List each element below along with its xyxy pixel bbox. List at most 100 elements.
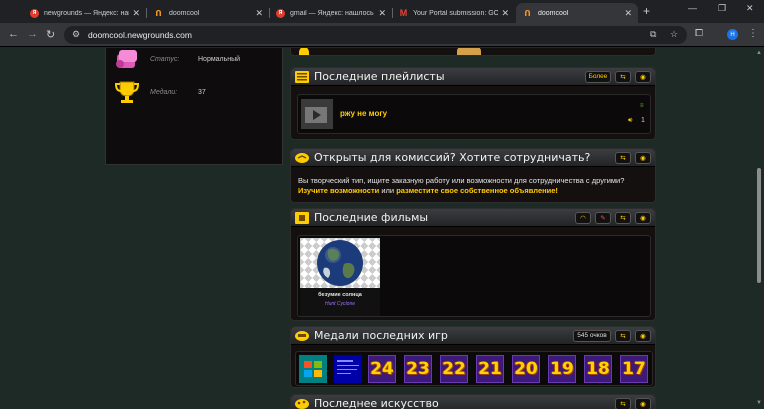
scroll-down-icon[interactable]: ▼: [756, 400, 762, 406]
view-eye-icon[interactable]: ◉: [635, 329, 651, 342]
movies-header: Последние фильмы ◠ ✎ ⇆ ◉: [291, 209, 655, 227]
pencil-icon[interactable]: ✎: [595, 211, 611, 224]
number-medal[interactable]: 20: [512, 355, 540, 383]
movie-author[interactable]: Hunt Cyclone: [300, 301, 380, 307]
explore-opportunities-link[interactable]: Изучите возможности: [298, 186, 379, 195]
site-info-icon[interactable]: ⚙: [72, 29, 80, 40]
blue-screen-medal[interactable]: [334, 355, 362, 383]
number-medal[interactable]: 17: [620, 355, 648, 383]
video-thumbnail-icon: [301, 99, 333, 129]
playlist-icon: [295, 70, 309, 83]
status-row: Статус: Нормальный: [114, 48, 240, 70]
tab-strip: Я newgrounds — Яндекс: нашл ✕ ᑎ doomcool…: [0, 0, 764, 23]
number-medal[interactable]: 24: [368, 355, 396, 383]
medals-row: Медали: 37: [114, 79, 206, 105]
rss-icon[interactable]: ◠: [575, 211, 591, 224]
address-bar[interactable]: ⚙ doomcool.newgrounds.com ⧉ ☆: [64, 26, 687, 44]
forward-icon[interactable]: →: [27, 28, 38, 40]
feed-toggle-icon[interactable]: ⇆: [615, 211, 631, 224]
palette-icon: [295, 398, 309, 409]
view-eye-icon[interactable]: ◉: [635, 211, 651, 224]
playlists-section: Последние плейлисты Более ⇆ ◉ ржу не мог…: [290, 67, 656, 140]
close-tab-icon[interactable]: ✕: [378, 8, 386, 19]
new-tab-button[interactable]: +: [643, 4, 650, 18]
browser-tab-active[interactable]: ᑎ doomcool ✕: [516, 3, 638, 23]
scroll-up-icon[interactable]: ▲: [756, 50, 762, 56]
handshake-icon: [295, 152, 309, 163]
page-scrollbar[interactable]: ▲ ▼: [754, 48, 764, 409]
post-listing-link[interactable]: разместите свое собственное объявление!: [396, 186, 558, 195]
page-content: Статус: Нормальный Медали: 37 Последние …: [0, 48, 764, 409]
art-title: Последнее искусство: [314, 397, 439, 409]
medal-strip: 24 23 22 21 20 19 18 17: [295, 351, 653, 386]
bookmark-star-icon[interactable]: ☆: [670, 29, 678, 40]
back-icon[interactable]: ←: [8, 28, 19, 40]
number-medal[interactable]: 22: [440, 355, 468, 383]
extensions-icon[interactable]: ⧠: [695, 28, 703, 39]
commissions-section: Открыты для комиссий? Хотите сотрудничат…: [290, 148, 656, 203]
commissions-text: Вы творческий тип, ищите заказную работу…: [298, 176, 625, 195]
art-section: Последнее искусство ⇆ ◉: [290, 394, 656, 409]
list-icon: ≡: [640, 103, 644, 109]
number-medal[interactable]: 18: [584, 355, 612, 383]
profile-info-panel: Статус: Нормальный Медали: 37: [105, 48, 283, 165]
close-tab-icon[interactable]: ✕: [501, 8, 509, 19]
section-icon: [299, 48, 309, 55]
medal-icon: [295, 330, 309, 341]
movie-title[interactable]: безумие солнца: [300, 292, 380, 298]
medal-points-badge: 545 очков: [573, 329, 611, 342]
medals-section: Медали последних игр 545 очков ⇆ ◉ 24 23…: [290, 326, 656, 388]
close-tab-icon[interactable]: ✕: [255, 8, 263, 19]
movies-list: безумие солнца Hunt Cyclone: [297, 235, 651, 317]
newgrounds-icon: ᑎ: [155, 8, 162, 18]
feed-toggle-icon[interactable]: ⇆: [615, 70, 631, 83]
number-medals: 24 23 22 21 20 19 18 17: [368, 355, 648, 383]
view-eye-icon[interactable]: ◉: [635, 397, 651, 409]
movies-title: Последние фильмы: [314, 211, 429, 224]
playlist-name[interactable]: ржу не могу: [340, 109, 387, 118]
url-text[interactable]: doomcool.newgrounds.com: [88, 30, 192, 40]
reload-icon[interactable]: ↻: [46, 28, 55, 41]
menu-kebab-icon[interactable]: ⋮: [748, 28, 758, 39]
profile-avatar[interactable]: H: [727, 29, 738, 40]
view-eye-icon[interactable]: ◉: [635, 70, 651, 83]
browser-tab[interactable]: Я newgrounds — Яндекс: нашл ✕: [24, 3, 146, 23]
playlists-title: Последние плейлисты: [314, 70, 445, 83]
gmail-icon: M: [399, 8, 408, 18]
medals-header: Медали последних игр 545 очков ⇆ ◉: [291, 327, 655, 345]
movie-card[interactable]: безумие солнца Hunt Cyclone: [300, 238, 380, 316]
close-tab-icon[interactable]: ✕: [624, 8, 632, 19]
playlist-item[interactable]: ржу не могу ≡ 🔊︎ 1: [297, 94, 651, 134]
previous-section-box: [290, 48, 656, 56]
movie-thumbnail[interactable]: [300, 238, 380, 288]
audio-icon: 🔊︎: [628, 117, 633, 124]
playlist-count: 1: [641, 117, 645, 124]
number-medal[interactable]: 21: [476, 355, 504, 383]
trophy-icon: [114, 81, 140, 103]
close-window-icon[interactable]: ✕: [746, 3, 754, 14]
browser-toolbar: ← → ↻ ⚙ doomcool.newgrounds.com ⧉ ☆ ⧠ H …: [0, 23, 764, 47]
browser-tab[interactable]: M Your Portal submission: GOIN ✕: [393, 3, 515, 23]
feed-toggle-icon[interactable]: ⇆: [615, 397, 631, 409]
number-medal[interactable]: 19: [548, 355, 576, 383]
decor-icon: [457, 48, 481, 55]
minimize-icon[interactable]: —: [688, 3, 697, 13]
medals-title: Медали последних игр: [314, 329, 448, 342]
art-header: Последнее искусство ⇆ ◉: [291, 395, 655, 409]
windows-logo-medal[interactable]: [299, 355, 327, 383]
earth-icon: [317, 240, 363, 286]
newgrounds-icon: ᑎ: [524, 8, 531, 18]
browser-tab[interactable]: Я gmail — Яндекс: нашлось 1 ✕: [270, 3, 392, 23]
browser-tab[interactable]: ᑎ doomcool ✕: [147, 3, 269, 23]
scroll-thumb[interactable]: [757, 168, 761, 283]
maximize-icon[interactable]: ❐: [718, 3, 726, 14]
close-tab-icon[interactable]: ✕: [132, 8, 140, 19]
translate-icon[interactable]: ⧉: [650, 29, 656, 40]
feed-toggle-icon[interactable]: ⇆: [615, 151, 631, 164]
view-eye-icon[interactable]: ◉: [635, 151, 651, 164]
number-medal[interactable]: 23: [404, 355, 432, 383]
more-button[interactable]: Более: [585, 70, 611, 83]
yandex-icon: Я: [30, 8, 39, 18]
movies-section: Последние фильмы ◠ ✎ ⇆ ◉ безумие солнца: [290, 208, 656, 321]
feed-toggle-icon[interactable]: ⇆: [615, 329, 631, 342]
